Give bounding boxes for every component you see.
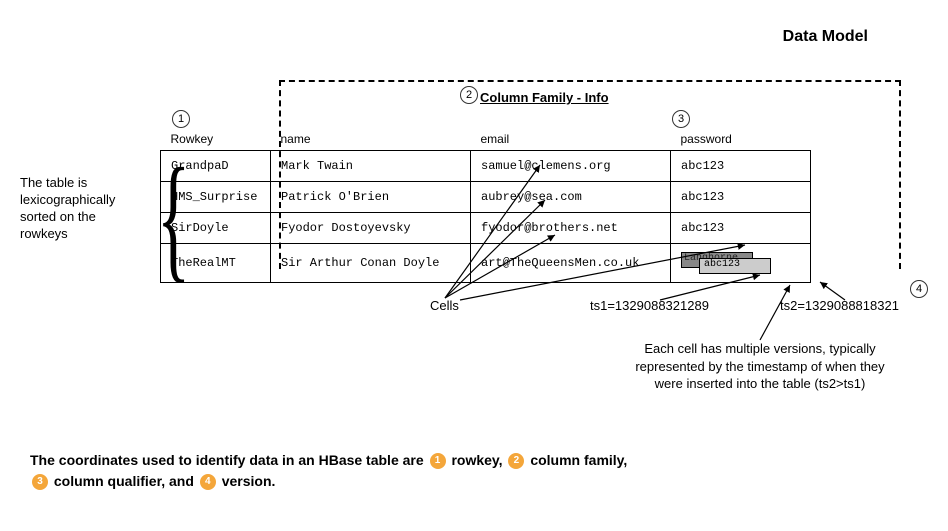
version-note: Each cell has multiple versions, typical… (620, 340, 900, 393)
ts1-label: ts1=1329088321289 (590, 298, 709, 313)
caption-p2: column family, (530, 452, 627, 468)
caption-p4: version. (222, 473, 276, 489)
marker-rowkey: 1 (172, 110, 190, 128)
cell-rowkey: SirDoyle (161, 213, 271, 244)
ts2-label: ts2=1329088818321 (780, 298, 899, 313)
table-row: GrandpaD Mark Twain samuel@clemens.org a… (161, 151, 811, 182)
cell-rowkey: GrandpaD (161, 151, 271, 182)
figure-caption: The coordinates used to identify data in… (30, 450, 920, 492)
version-new-cell: abc123 (699, 258, 771, 274)
cell-email: samuel@clemens.org (471, 151, 671, 182)
table-row: TheRealMT Sir Arthur Conan Doyle art@The… (161, 244, 811, 283)
cells-label: Cells (430, 298, 459, 313)
caption-bullet-2: 2 (508, 453, 524, 469)
cell-email: fyodor@brothers.net (471, 213, 671, 244)
table-row: SirDoyle Fyodor Dostoyevsky fyodor@broth… (161, 213, 811, 244)
cell-rowkey: HMS_Surprise (161, 182, 271, 213)
cell-password: abc123 (671, 213, 811, 244)
caption-p1: rowkey, (451, 452, 506, 468)
versioned-cell-stack: Langhorne abc123 (681, 252, 771, 274)
caption-bullet-1: 1 (430, 453, 446, 469)
cell-password: abc123 (671, 151, 811, 182)
header-name: name (271, 128, 471, 151)
caption-bullet-4: 4 (200, 474, 216, 490)
hbase-table: Rowkey name email password GrandpaD Mark… (160, 128, 811, 283)
column-family-header: Column Family - Info (480, 90, 609, 105)
cell-email: aubrey@sea.com (471, 182, 671, 213)
caption-pre: The coordinates used to identify data in… (30, 452, 428, 468)
header-password: password (671, 128, 811, 151)
caption-p3: column qualifier, and (54, 473, 198, 489)
cell-name: Mark Twain (271, 151, 471, 182)
marker-column-qualifier: 3 (672, 110, 690, 128)
table-row: HMS_Surprise Patrick O'Brien aubrey@sea.… (161, 182, 811, 213)
page-title: Data Model (783, 28, 868, 46)
cell-email: art@TheQueensMen.co.uk (471, 244, 671, 283)
left-sort-note: The table is lexicographically sorted on… (20, 175, 140, 243)
cell-name: Sir Arthur Conan Doyle (271, 244, 471, 283)
marker-version: 4 (910, 280, 928, 298)
caption-bullet-3: 3 (32, 474, 48, 490)
header-email: email (471, 128, 671, 151)
cell-name: Fyodor Dostoyevsky (271, 213, 471, 244)
header-rowkey: Rowkey (161, 128, 271, 151)
cell-password: abc123 (671, 182, 811, 213)
cell-name: Patrick O'Brien (271, 182, 471, 213)
cell-password-versioned: Langhorne abc123 (671, 244, 811, 283)
marker-column-family: 2 (460, 86, 478, 104)
cell-rowkey: TheRealMT (161, 244, 271, 283)
